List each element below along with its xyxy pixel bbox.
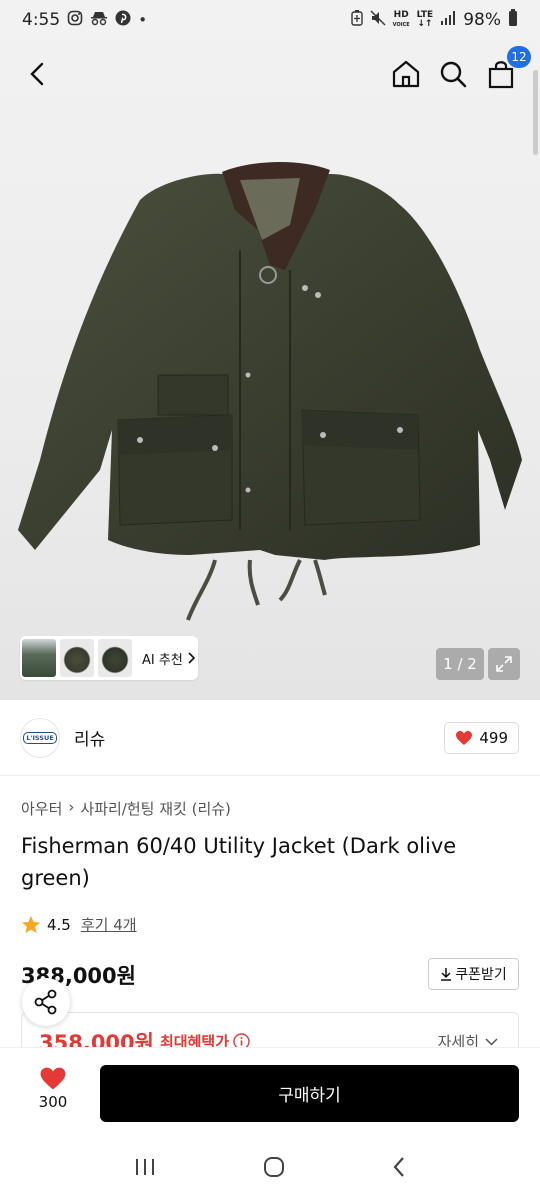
instagram-icon (67, 10, 83, 30)
recent-apps-button[interactable] (134, 1157, 156, 1181)
breadcrumb: 아우터 › 사파리/헌팅 재킷 (리슈) (21, 798, 231, 819)
home-button[interactable] (386, 54, 426, 94)
back-chevron-icon (393, 1156, 405, 1177)
coupon-button[interactable]: 쿠폰받기 (428, 958, 519, 990)
back-nav-button[interactable] (392, 1156, 406, 1182)
chevron-down-icon (485, 1037, 498, 1046)
wishlist-count: 300 (38, 1093, 68, 1111)
reviews-link[interactable]: 후기 4개 (81, 914, 137, 935)
thumbnail-model[interactable] (22, 639, 56, 677)
cart-count-badge: 12 (507, 46, 531, 68)
incognito-icon (90, 10, 108, 30)
heart-icon (456, 731, 473, 745)
status-time: 4:55 (22, 10, 61, 30)
home-icon (392, 60, 420, 88)
buy-button[interactable]: 구매하기 (100, 1065, 519, 1122)
brand-logo[interactable]: L'ISSUE (20, 717, 60, 758)
download-icon (441, 968, 452, 981)
brand-row: L'ISSUE 리슈 499 (0, 700, 540, 776)
heart-icon (40, 1067, 66, 1090)
chevron-right-icon (188, 652, 195, 664)
lte-indicator: LTE ↓↑ (416, 10, 434, 29)
ai-recommend-strip[interactable]: AI 추천 (20, 636, 198, 680)
battery-percent: 98% (463, 10, 501, 30)
pinterest-icon (115, 10, 131, 30)
brand-like-count: 499 (479, 729, 508, 747)
breadcrumb-subcategory[interactable]: 사파리/헌팅 재킷 (리슈) (80, 798, 231, 819)
system-navigation-bar (0, 1137, 540, 1200)
back-arrow-icon (30, 62, 44, 86)
product-image-gallery[interactable]: 4:55 • HD VOICE LTE ↓↑ 98% 12 AI 추천 1 / … (0, 0, 540, 700)
image-pager: 1 / 2 (436, 648, 484, 680)
battery-icon (508, 9, 518, 31)
battery-saver-icon (350, 10, 363, 30)
rating-value: 4.5 (47, 915, 71, 934)
product-image (18, 161, 522, 621)
bottom-action-bar: 300 구매하기 (0, 1047, 540, 1137)
wishlist-button[interactable]: 300 (22, 1066, 84, 1111)
home-circle-icon (263, 1156, 284, 1177)
share-button[interactable] (22, 978, 70, 1026)
chevron-right-icon: › (68, 798, 75, 816)
hd-voice-indicator: HD VOICE (392, 9, 410, 28)
rating-row: 4.5 후기 4개 (21, 914, 137, 935)
product-title: Fisherman 60/40 Utility Jacket (Dark oli… (21, 834, 457, 890)
expand-image-button[interactable] (488, 648, 520, 680)
back-button[interactable] (18, 54, 58, 94)
dot-icon: • (138, 11, 148, 29)
expand-icon (496, 656, 512, 672)
star-icon (22, 915, 40, 933)
recent-apps-icon (135, 1158, 154, 1175)
breadcrumb-category[interactable]: 아우터 (21, 798, 62, 819)
top-navigation: 12 (0, 46, 540, 98)
cart-button[interactable]: 12 (481, 46, 531, 94)
brand-like-button[interactable]: 499 (444, 722, 519, 754)
ai-recommend-label[interactable]: AI 추천 (142, 649, 195, 668)
signal-icon (440, 11, 456, 29)
status-bar: 4:55 • HD VOICE LTE ↓↑ 98% (0, 0, 540, 40)
search-icon (440, 61, 467, 88)
home-nav-button[interactable] (263, 1156, 285, 1182)
mute-icon (370, 10, 386, 30)
share-icon (34, 989, 57, 1015)
thumbnail-jacket-1[interactable] (60, 639, 94, 677)
thumbnail-jacket-2[interactable] (98, 639, 132, 677)
search-button[interactable] (433, 54, 473, 94)
brand-name[interactable]: 리슈 (74, 725, 105, 750)
